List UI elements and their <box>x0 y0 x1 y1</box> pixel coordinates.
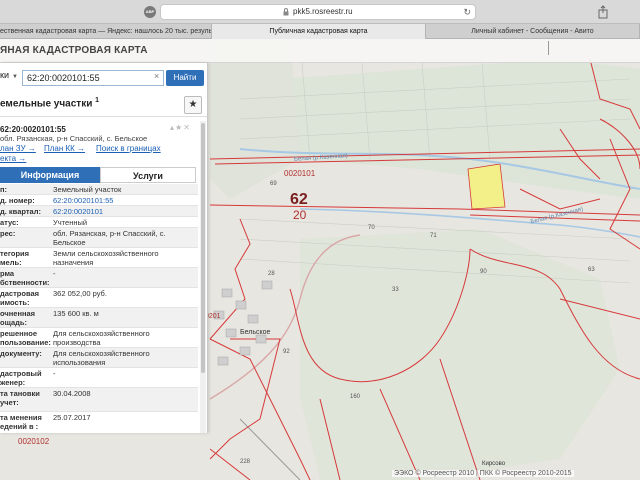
object-address: обл. Рязанская, р-н Спасский, с. Бельско… <box>0 134 148 143</box>
address-bar[interactable]: pkk5.rosreestr.ru ↻ <box>160 4 476 20</box>
object-header: 62:20:0020101:55 ▴★✕ обл. Рязанская, р-н… <box>0 121 200 167</box>
panel-scroll-thumb[interactable] <box>201 123 205 373</box>
attribute-value: Земли сельскохозяйственного назначения <box>53 249 159 267</box>
object-subtabs: Информация Услуги <box>0 167 196 183</box>
attribute-key: очненная ощадь: <box>0 309 36 327</box>
attribute-row: дастровый женер: - <box>0 368 198 388</box>
attribute-row: д. квартал: 62:20:0020101 <box>0 206 198 217</box>
attribute-value: Для сельскохозяйственного производства <box>53 329 150 347</box>
results-count: 1 <box>95 97 100 104</box>
attribute-key: рес: <box>0 229 16 238</box>
search-type-select[interactable]: ки ▼ <box>0 70 18 80</box>
attribute-row: очненная ощадь: 135 600 кв. м <box>0 308 198 328</box>
tab-services[interactable]: Услуги <box>100 167 196 183</box>
browser-toolbar: ABP pkk5.rosreestr.ru ↻ <box>0 0 640 24</box>
attribute-key: та менения едений в : <box>0 413 42 431</box>
search-button[interactable]: Найти <box>166 70 204 86</box>
map-copyright: ЭЭКО © Росреестр 2010 | ПКК © Росреестр … <box>392 470 574 477</box>
tab-strip: ественная кадастровая карта — Яндекс: на… <box>0 24 640 39</box>
block-number-label: 62 <box>290 191 308 208</box>
parcel-label: 69 <box>270 181 277 187</box>
parcel-label: 92 <box>283 349 290 355</box>
results-title: емельные участки 1 <box>0 97 100 110</box>
attribute-row: тегория мель: Земли сельскохозяйственного… <box>0 248 198 268</box>
adblock-icon[interactable]: ABP <box>144 6 156 18</box>
lock-icon <box>283 8 289 16</box>
tab-yandex[interactable]: ественная кадастровая карта — Яндекс: на… <box>0 24 212 39</box>
attribute-value: 135 600 кв. м <box>53 309 99 318</box>
quarter-top-label: 0020101 <box>284 169 316 178</box>
attribute-key: д. квартал: <box>0 207 41 216</box>
attribute-value: 30.04.2008 <box>53 389 91 398</box>
attribute-key: дастровый женер: <box>0 369 42 387</box>
search-input[interactable] <box>22 70 164 86</box>
attribute-key: документу: <box>0 349 42 358</box>
object-tools-icons[interactable]: ▴★✕ <box>170 123 191 132</box>
favorite-star-button[interactable]: ★ <box>184 96 202 114</box>
attribute-value[interactable]: 62:20:0020101:55 <box>53 196 193 205</box>
attribute-value: Для сельскохозяйственного использования <box>53 349 150 367</box>
parcel-label: 160 <box>350 394 361 400</box>
parcel-label: 63 <box>588 267 595 273</box>
attribute-row: атус: Учтенный <box>0 217 198 228</box>
address-text: pkk5.rosreestr.ru <box>293 7 353 16</box>
results-header: емельные участки 1 ★ <box>0 93 207 117</box>
attribute-key: рма бственности: <box>0 269 50 287</box>
attribute-value: - <box>53 369 56 378</box>
attribute-value: Земельный участок <box>53 185 122 194</box>
attribute-value: обл. Рязанская, р-н Спасский, с. Бельско… <box>53 229 166 247</box>
site-header: ЯНАЯ КАДАСТРОВАЯ КАРТА <box>0 39 640 63</box>
attribute-value: Учтенный <box>53 218 88 227</box>
attribute-key: дастровая имость: <box>0 289 39 307</box>
attribute-key: тегория мель: <box>0 249 30 267</box>
clear-icon[interactable]: × <box>154 71 159 81</box>
attribute-key: д. номер: <box>0 196 35 205</box>
parcel-label: 71 <box>430 233 437 239</box>
tab-cadastral-map[interactable]: Публичная кадастровая карта <box>212 24 426 39</box>
attribute-row: д. номер: 62:20:0020101:55 <box>0 195 198 206</box>
quarter-bottom-label: 0020102 <box>18 437 50 446</box>
parcel-label: 90 <box>480 269 487 275</box>
attribute-row: рма бственности: - <box>0 268 198 288</box>
tab-avito[interactable]: Личный кабинет - Сообщения - Авито <box>426 24 640 39</box>
info-panel: ки▼ × Найти емельные участки 1 ★ 62:20:0… <box>0 63 208 433</box>
attribute-key: та тановки учет: <box>0 389 40 407</box>
attribute-row: документу: Для сельскохозяйственного испо… <box>0 348 198 368</box>
attribute-row: та менения едений в : 25.07.2017 <box>0 412 198 433</box>
site-title: ЯНАЯ КАДАСТРОВАЯ КАРТА <box>0 45 148 56</box>
plan-zu-link[interactable]: лан ЗУ → <box>0 144 36 153</box>
search-within-link[interactable]: Поиск в границах <box>96 144 161 153</box>
attribute-key: п: <box>0 185 8 194</box>
plan-kk-link[interactable]: План КК → <box>44 144 85 153</box>
attribute-value: - <box>53 269 56 278</box>
tab-information[interactable]: Информация <box>0 167 100 183</box>
attribute-row: дастровая имость: 362 052,00 руб. <box>0 288 198 308</box>
attribute-row: та тановки учет: 30.04.2008 <box>0 388 198 412</box>
village-label: Бельское <box>240 329 271 336</box>
reload-icon[interactable]: ↻ <box>463 7 471 18</box>
parcel-label: 33 <box>392 287 399 293</box>
parcel-label: 70 <box>368 225 375 231</box>
block-sub-label: 20 <box>293 208 307 222</box>
attribute-row: п: Земельный участок <box>0 184 198 195</box>
chevron-down-icon: ▼ <box>11 74 18 80</box>
attribute-key: атус: <box>0 218 19 227</box>
parcel-label: 228 <box>240 459 251 465</box>
attribute-value: 362 052,00 руб. <box>53 289 107 298</box>
parcel-label: 28 <box>268 271 275 277</box>
share-icon[interactable] <box>596 5 610 19</box>
search-row: ки▼ × Найти <box>0 67 207 89</box>
attribute-key: решенное пользование: <box>0 329 51 347</box>
object-number: 62:20:0020101:55 <box>0 125 66 134</box>
layers-toggle-icon[interactable] <box>548 41 558 55</box>
attribute-row: рес: обл. Рязанская, р-н Спасский, с. Бел… <box>0 228 198 248</box>
attribute-row: решенное пользование: Для сельскохозяйств… <box>0 328 198 348</box>
attribute-value[interactable]: 62:20:0020101 <box>53 207 193 216</box>
object-link-cont[interactable]: екта → <box>0 154 26 163</box>
attribute-value: 25.07.2017 <box>53 413 91 422</box>
kirsovo-label: Кирсово <box>482 461 506 467</box>
